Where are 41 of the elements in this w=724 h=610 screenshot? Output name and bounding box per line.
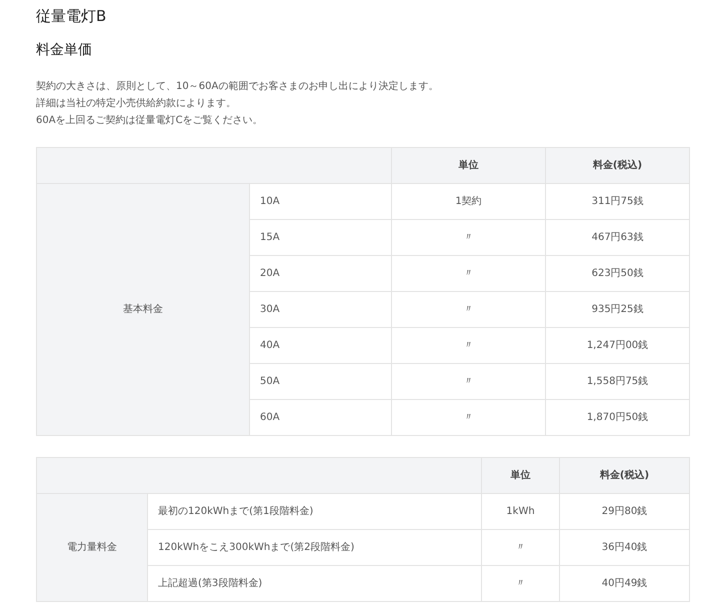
- table-cell: 〃: [392, 400, 546, 436]
- row-group-cell: 電力量料金: [36, 494, 148, 602]
- column-header: 料金(税込): [546, 148, 690, 184]
- row-group-cell: 基本料金: [36, 184, 250, 436]
- table-cell: 1kWh: [482, 494, 560, 530]
- page-title: 従量電灯B: [36, 6, 108, 26]
- column-header: 料金(税込): [560, 458, 690, 494]
- table-cell: 〃: [392, 292, 546, 328]
- table-cell: 〃: [392, 256, 546, 292]
- table-cell: 10A: [250, 184, 392, 220]
- table-cell: 36円40銭: [560, 530, 690, 566]
- column-header: 単位: [482, 458, 560, 494]
- note-text: 契約の大きさは、原則として、10～60Aの範囲でお客さまのお申し出により決定します。: [36, 80, 440, 94]
- table-cell: 50A: [250, 364, 392, 400]
- note-text: 詳細は当社の特定小売供給約款によります。: [36, 96, 237, 111]
- column-header: 単位: [392, 148, 546, 184]
- table-cell: 〃: [392, 364, 546, 400]
- table-cell: 935円25銭: [546, 292, 690, 328]
- table-cell: 623円50銭: [546, 256, 690, 292]
- table-cell: 1契約: [392, 184, 546, 220]
- table-cell: 15A: [250, 220, 392, 256]
- table-cell: 1,870円50銭: [546, 400, 690, 436]
- table-cell: 上記超過(第3段階料金): [148, 566, 482, 602]
- table-cell: 〃: [392, 220, 546, 256]
- table-cell: 〃: [482, 566, 560, 602]
- table-cell: 1,558円75銭: [546, 364, 690, 400]
- table-cell: 40A: [250, 328, 392, 364]
- table-cell: 最初の120kWhまで(第1段階料金): [148, 494, 482, 530]
- table-cell: 〃: [482, 530, 560, 566]
- note-text: 60Aを上回るご契約は従量電灯Cをご覧ください。: [36, 114, 264, 128]
- table-cell: 40円49銭: [560, 566, 690, 602]
- table-cell: 1,247円00銭: [546, 328, 690, 364]
- table-cell: 60A: [250, 400, 392, 436]
- table-cell: 30A: [250, 292, 392, 328]
- table-cell: 20A: [250, 256, 392, 292]
- section-heading: 料金単価: [36, 41, 93, 60]
- table-cell: 311円75銭: [546, 184, 690, 220]
- table-cell: 29円80銭: [560, 494, 690, 530]
- table-cell: 120kWhをこえ300kWhまで(第2段階料金): [148, 530, 482, 566]
- table-cell: 〃: [392, 328, 546, 364]
- table-cell: 467円63銭: [546, 220, 690, 256]
